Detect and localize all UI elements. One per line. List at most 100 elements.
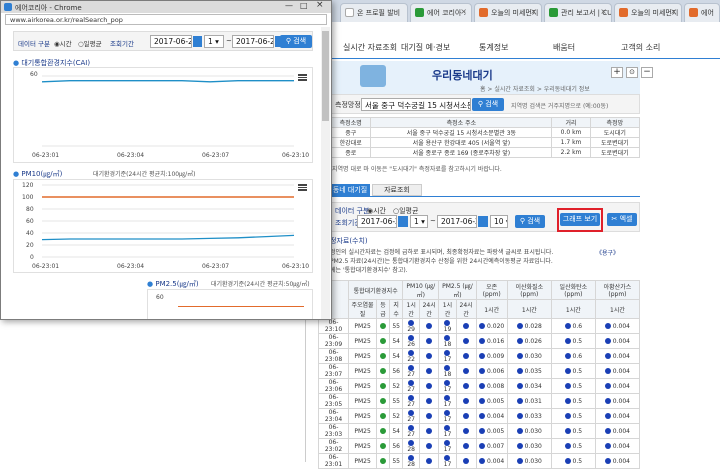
popup-window: 에어코리아 - Chrome — □ × www.airkorea.or.kr/…: [0, 0, 332, 320]
close-icon[interactable]: ×: [316, 0, 324, 10]
grade-dot-icon: [380, 368, 387, 374]
cai-chart-plot: [41, 75, 294, 147]
table-row: 한강대로 서울 용산구 한강대로 405 (서울역 앞) 1.7 km 도로변대기: [329, 137, 641, 148]
section-subhead: 정자료(수치): [330, 237, 368, 245]
chart-menu-icon[interactable]: [298, 184, 307, 191]
query-search-button[interactable]: ⚲ 검색: [515, 215, 545, 228]
nav-customer[interactable]: 고객의 소리: [621, 42, 660, 53]
grade-dot-icon: [463, 458, 470, 464]
browser-tab[interactable]: 에어: [684, 3, 720, 22]
search-note: 지역명 검색은 거주지명으로 (예:00동): [511, 103, 609, 110]
grade-dot-icon: [444, 379, 451, 386]
grade-dot-icon: [426, 428, 433, 434]
tab-data-lookup[interactable]: 자료조회: [372, 184, 422, 196]
grade-dot-icon: [380, 458, 387, 464]
grade-dot-icon: [408, 394, 415, 401]
calendar-icon[interactable]: [398, 216, 408, 227]
grade-dot-icon: [426, 398, 433, 404]
browser-tab[interactable]: 오늘의 미세먼지 ×: [614, 3, 682, 22]
zoom-in-icon[interactable]: +: [611, 67, 623, 78]
table-row: 06-23:10 PM25 55 29 19 0.020 0.028 0.6 0.0…: [318, 318, 641, 334]
bullet-icon: ●: [13, 170, 20, 178]
nav-forecast[interactable]: 대기질 예·경보: [401, 42, 450, 53]
print-icon[interactable]: ⊙: [626, 67, 638, 78]
address-search-button[interactable]: ⚲ 검색: [472, 98, 504, 111]
calendar-icon[interactable]: [193, 36, 202, 47]
browser-tab[interactable]: 온 프로필 발비: [340, 3, 408, 22]
zoom-out-icon[interactable]: −: [641, 67, 653, 78]
station-note: 지역명 대로 마 이동은 "도시대기" 측정자료를 참고하시기 바랍니다.: [332, 166, 502, 173]
close-icon[interactable]: ×: [670, 7, 677, 16]
grade-dot-icon: [426, 323, 433, 329]
pm10-standard-note: 대기환경기준(24시간 평균치:100㎍/㎥): [93, 171, 196, 178]
grade-dot-icon: [444, 334, 451, 341]
nav-learning[interactable]: 배움터: [553, 42, 575, 53]
grade-dot-icon: [426, 443, 433, 449]
popup-search-button[interactable]: ⚲ 검색: [280, 35, 312, 48]
popup-address-bar[interactable]: www.airkorea.or.kr/realSearch_pop: [5, 14, 327, 25]
grade-dot-icon: [444, 319, 451, 326]
close-icon[interactable]: ×: [460, 7, 467, 16]
grade-dot-icon: [444, 349, 451, 356]
hour-from-select[interactable]: 1 ▾: [410, 215, 428, 228]
y-tick-label: 0: [30, 254, 34, 261]
breadcrumb: 홈 > 실시간 자료조회 > 우리동네대기 정보: [480, 86, 590, 93]
excel-button[interactable]: ✂ 엑셀: [607, 213, 637, 226]
chart-menu-icon[interactable]: [298, 74, 307, 81]
scrollbar-thumb[interactable]: [322, 31, 329, 121]
popup-scrollbar[interactable]: [321, 27, 330, 319]
grade-dot-icon: [380, 428, 387, 434]
grade-dot-icon: [426, 353, 433, 359]
page-title: 우리동네대기: [432, 69, 493, 82]
grade-dot-icon: [444, 439, 451, 446]
date-from-input[interactable]: 2017-06-23: [150, 35, 192, 48]
grade-dot-icon: [463, 443, 470, 449]
date-from-input[interactable]: 2017-06-23: [357, 215, 397, 228]
browser-tab[interactable]: 관리 보고서 | CUX ×: [544, 3, 612, 22]
tab-divider: [330, 196, 640, 197]
hour-from-select[interactable]: 1 ▾: [204, 35, 224, 48]
pm25-standard-line: [178, 306, 304, 307]
calendar-icon[interactable]: [478, 216, 488, 227]
grade-dot-icon: [408, 424, 415, 431]
nav-realtime[interactable]: 실시간 자료조회: [343, 42, 397, 53]
grade-dot-icon: [408, 334, 415, 341]
hour-to-select[interactable]: 10 ▾: [490, 215, 508, 228]
x-tick-label: 06-23:01: [32, 263, 60, 270]
radio-hour[interactable]: ◉시간: [54, 38, 72, 48]
address-input[interactable]: 서울 중구 덕수궁길 15 시청서소문: [361, 98, 471, 111]
series-line: [41, 234, 295, 241]
tab-neighborhood-air[interactable]: 동네 대기질: [330, 184, 370, 196]
grade-dot-icon: [408, 379, 415, 386]
browser-tab[interactable]: 에어 코리아 : ×: [410, 3, 472, 22]
close-icon[interactable]: ×: [530, 7, 537, 16]
graph-view-button[interactable]: 그래프 보기: [560, 213, 600, 226]
table-row: 06-23:09 PM25 54 26 18 0.016 0.026 0.5 0.0…: [318, 333, 641, 349]
nav-statistics[interactable]: 통계정보: [479, 42, 508, 53]
grade-dot-icon: [408, 319, 415, 326]
browser-tab[interactable]: 오늘의 미세먼지 ×: [474, 3, 542, 22]
maximize-icon[interactable]: □: [300, 1, 308, 10]
x-tick-label: 06-23:10: [282, 263, 310, 270]
grade-dot-icon: [426, 458, 433, 464]
grade-dot-icon: [426, 383, 433, 389]
grade-dot-icon: [463, 398, 470, 404]
close-icon[interactable]: ×: [600, 7, 607, 16]
grade-dot-icon: [463, 368, 470, 374]
period-label: 조회기간: [110, 40, 134, 48]
note-line-2: PM2.5 자료(24시간)는 통합대기환경지수 산정을 위한 24시간예측이동…: [330, 258, 553, 265]
table-row: 중구 서울 중구 덕수궁길 15 시청서소문별관 3동 0.0 km 도시대기: [329, 127, 641, 138]
tab-favicon-icon: [619, 8, 628, 17]
series-line: [41, 80, 294, 83]
page-banner: 우리동네대기 홈 > 실시간 자료조회 > 우리동네대기 정보: [330, 61, 640, 95]
legend-link[interactable]: 《용구》: [596, 248, 619, 257]
radio-daily[interactable]: ○일평균: [78, 38, 102, 48]
site-top-nav: 실시간 자료조회 대기질 예·경보 통계정보 배움터 고객의 소리: [305, 38, 720, 58]
date-to-input[interactable]: 2017-06-23: [232, 35, 274, 48]
table-row: 06-23:06 PM25 52 27 17 0.008 0.034 0.5 0.0…: [318, 378, 641, 394]
minimize-icon[interactable]: —: [285, 1, 293, 10]
grade-dot-icon: [444, 424, 451, 431]
tab-favicon-icon: [549, 8, 558, 17]
date-to-input[interactable]: 2017-06-23: [437, 215, 477, 228]
popup-content: 데이터 구분 ◉시간 ○일평균 조회기간 2017-06-23 1 ▾ ~ 20…: [5, 27, 321, 319]
